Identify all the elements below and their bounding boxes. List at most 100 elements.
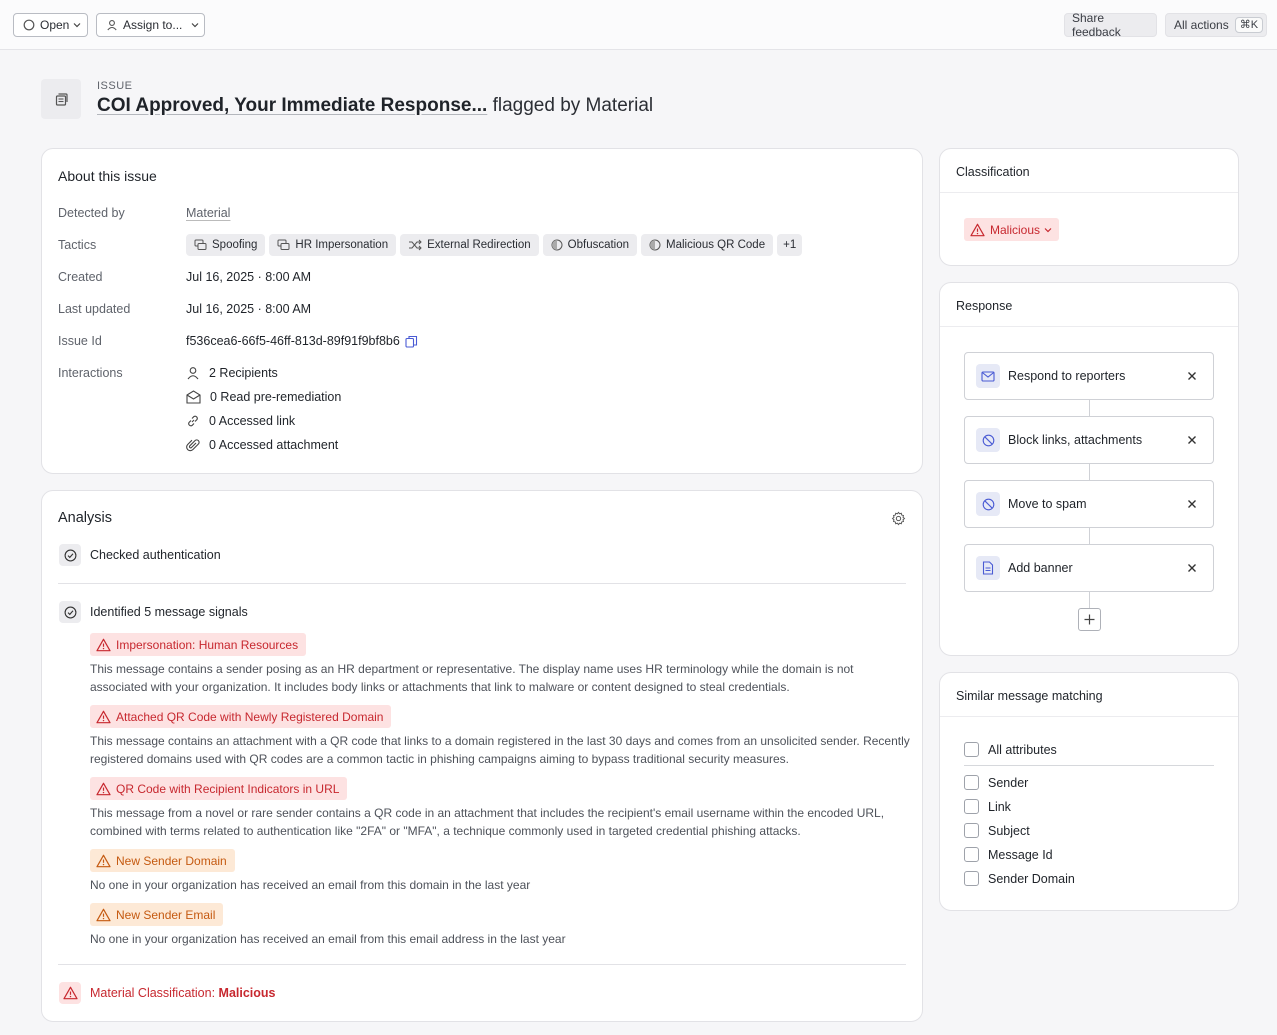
tactic-label: HR Impersonation: [295, 239, 389, 251]
classification-dropdown[interactable]: Malicious: [964, 218, 1060, 241]
checkbox-sender[interactable]: Sender: [964, 775, 1028, 790]
divider: [964, 765, 1214, 766]
copy-icon[interactable]: [405, 335, 418, 348]
warning-icon: [96, 908, 111, 921]
shortcut-badge: ⌘K: [1234, 17, 1264, 33]
response-action[interactable]: Move to spam: [964, 480, 1214, 528]
signal-description: No one in your organization has received…: [90, 878, 531, 892]
signal-description: No one in your organization has received…: [90, 932, 566, 946]
interaction-item: 2 Recipients: [186, 361, 341, 385]
classification-card: Classification Malicious: [939, 148, 1239, 266]
detected-by-link[interactable]: Material: [186, 206, 230, 220]
person-icon: [187, 367, 199, 380]
checkbox[interactable]: [964, 742, 979, 757]
issue-kicker: ISSUE: [97, 80, 133, 92]
interaction-label: 0 Accessed link: [209, 414, 296, 428]
share-feedback-label: Share feedback: [1072, 11, 1121, 39]
checkbox-all-attributes[interactable]: All attributes: [964, 742, 1057, 757]
block-icon: [976, 492, 1000, 516]
checkbox-label: Link: [988, 799, 1011, 814]
block-icon: [976, 428, 1000, 452]
connector-line: [1089, 400, 1090, 417]
divider: [58, 583, 906, 584]
connector-line: [1089, 592, 1090, 608]
all-actions-button[interactable]: All actions ⌘K: [1165, 13, 1267, 37]
top-toolbar: Open Assign to... Share feedback All act…: [0, 0, 1277, 50]
issue-id-label: Issue Id: [58, 334, 102, 348]
gear-icon[interactable]: [891, 511, 906, 526]
checkbox-sender-domain[interactable]: Sender Domain: [964, 871, 1075, 886]
spoof-icon: [277, 239, 290, 250]
interactions-label: Interactions: [58, 366, 123, 380]
assign-dropdown[interactable]: Assign to...: [96, 13, 205, 37]
checkbox[interactable]: [964, 871, 979, 886]
checkbox-message-id[interactable]: Message Id: [964, 847, 1053, 862]
tactic-label: Obfuscation: [567, 239, 630, 251]
response-action[interactable]: Block links, attachments: [964, 416, 1214, 464]
signal-description: This message contains a sender posing as…: [90, 662, 854, 694]
envelope-icon: [976, 364, 1000, 388]
remove-icon[interactable]: [1185, 433, 1199, 447]
all-actions-label: All actions: [1174, 18, 1229, 32]
connector-line: [1089, 528, 1090, 545]
response-action[interactable]: Add banner: [964, 544, 1214, 592]
tactic-label: External Redirection: [427, 239, 531, 251]
tactic-tag: HR Impersonation: [269, 234, 397, 256]
updated-value: Jul 16, 2025 · 8:00 AM: [186, 302, 312, 316]
response-title: Response: [940, 283, 1238, 327]
interactions-list: 2 Recipients 0 Read pre-remediation 0 Ac…: [186, 361, 341, 457]
created-value: Jul 16, 2025 · 8:00 AM: [186, 270, 312, 284]
remove-icon[interactable]: [1185, 561, 1199, 575]
signal-label: Attached QR Code with Newly Registered D…: [116, 709, 384, 724]
tactic-label: Malicious QR Code: [666, 239, 766, 251]
checkbox[interactable]: [964, 799, 979, 814]
tactic-tag: Spoofing: [186, 234, 266, 256]
remove-icon[interactable]: [1185, 369, 1199, 383]
tactic-tag: Malicious QR Code: [641, 234, 774, 256]
updated-label: Last updated: [58, 302, 131, 316]
checkbox[interactable]: [964, 847, 979, 862]
issue-id-row: f536cea6-66f5-46ff-813d-89f91f9bf8b6: [186, 334, 418, 348]
share-feedback-button[interactable]: Share feedback: [1064, 11, 1157, 39]
classification-title: Classification: [940, 149, 1238, 193]
checkbox[interactable]: [964, 775, 979, 790]
status-dropdown[interactable]: Open: [13, 13, 88, 37]
checkbox-label: All attributes: [988, 742, 1057, 757]
checkbox-label: Subject: [988, 823, 1030, 838]
shuffle-icon: [409, 239, 422, 251]
checkbox[interactable]: [964, 823, 979, 838]
check-circle-icon: [64, 549, 76, 561]
envelope-open-icon: [186, 390, 201, 404]
checkbox-label: Sender Domain: [988, 871, 1075, 886]
open-status-icon: [23, 19, 35, 31]
interaction-label: 2 Recipients: [209, 366, 278, 380]
checkbox-subject[interactable]: Subject: [964, 823, 1030, 838]
add-response-button[interactable]: [1078, 608, 1101, 631]
remove-icon[interactable]: [1185, 497, 1199, 511]
response-action[interactable]: Respond to reporters: [964, 352, 1214, 400]
signal-badge: New Sender Email: [90, 903, 224, 926]
detected-by-label: Detected by: [58, 206, 125, 220]
check-step-2: [59, 601, 81, 623]
created-label: Created: [58, 270, 103, 284]
similar-title: Similar message matching: [940, 673, 1238, 717]
classification-prefix: Material Classification:: [90, 986, 216, 1000]
about-title: About this issue: [58, 168, 157, 184]
response-label: Add banner: [1008, 561, 1073, 575]
page-title: COI Approved, Your Immediate Response...…: [97, 95, 653, 117]
signal-label: Impersonation: Human Resources: [116, 637, 299, 652]
tactic-tag: Obfuscation: [542, 234, 638, 256]
analysis-card: Analysis Checked authentication Identifi…: [41, 490, 923, 1022]
about-issue-card: About this issue Detected by Material Ta…: [41, 148, 923, 474]
response-label: Block links, attachments: [1008, 433, 1143, 447]
half-circle-icon: [649, 239, 661, 251]
half-circle-icon: [551, 239, 563, 251]
analysis-title: Analysis: [58, 510, 112, 526]
signal-description: This message contains an attachment with…: [90, 734, 910, 766]
tactic-label: Spoofing: [212, 239, 258, 251]
tactics-label: Tactics: [58, 238, 97, 252]
checkbox-link[interactable]: Link: [964, 799, 1011, 814]
assign-label: Assign to...: [123, 18, 183, 32]
more-tactics-button[interactable]: +1: [777, 234, 803, 256]
issue-subject-link[interactable]: COI Approved, Your Immediate Response...: [97, 95, 487, 116]
